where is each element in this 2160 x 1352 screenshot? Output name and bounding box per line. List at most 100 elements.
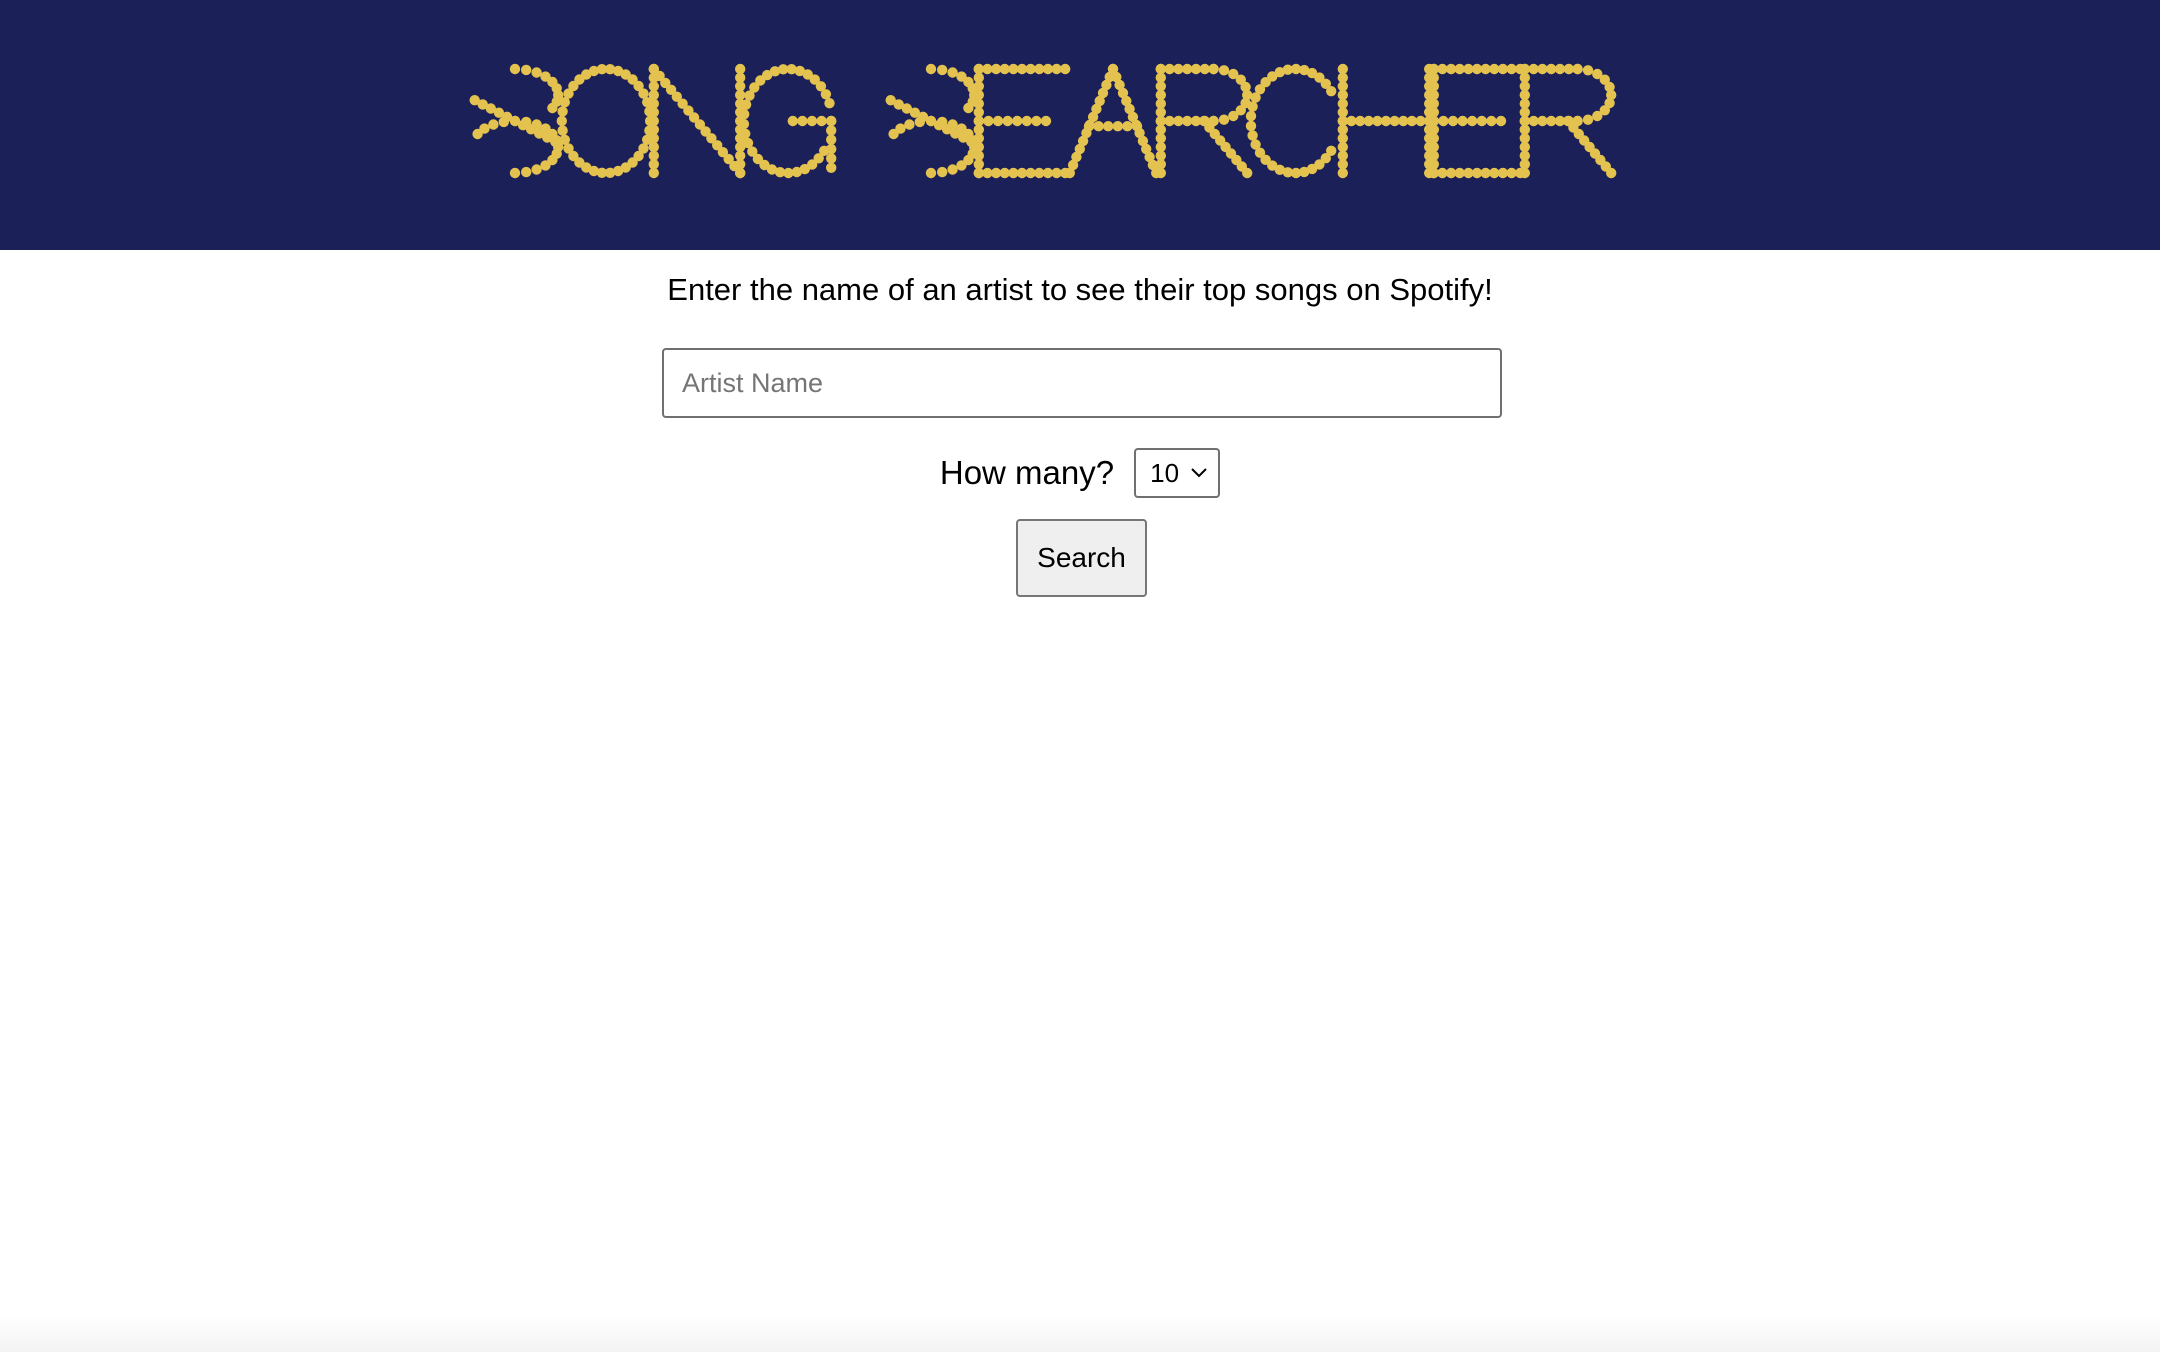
logo-dot [1582, 65, 1594, 76]
logo-dot [826, 134, 837, 145]
logo-dot [739, 109, 750, 120]
logo-dot [1228, 68, 1239, 80]
logo-dot [925, 115, 937, 127]
bottom-edge [0, 1316, 2160, 1352]
logo-dot [1438, 115, 1449, 127]
logo-dot [540, 123, 551, 134]
logo-dot [521, 116, 532, 128]
chevron-down-icon [1191, 468, 1207, 478]
logo-dot [1208, 63, 1219, 75]
logo-dot [914, 116, 925, 128]
logo-dot [521, 64, 532, 76]
logo-dot [531, 164, 542, 175]
logo-dot [1447, 115, 1459, 127]
logo-dot [1112, 121, 1124, 132]
logo-dot [1592, 68, 1603, 80]
logo-dot [1131, 121, 1143, 132]
logo-dot [797, 115, 808, 127]
logo-dot [925, 167, 937, 179]
logo-dot [557, 106, 568, 117]
header-banner [0, 0, 2160, 250]
logo-dot [738, 118, 750, 130]
logo-dot [937, 116, 948, 128]
logo-dot [937, 166, 948, 178]
logo-dot [806, 115, 818, 127]
logo-dot [787, 115, 798, 127]
logo-dot [826, 115, 837, 127]
logo-dot [947, 119, 958, 130]
logo-dot [1326, 145, 1337, 156]
logo-dot [1218, 65, 1230, 76]
logo-dot [1083, 121, 1095, 132]
logo-dot [509, 63, 521, 75]
page: Enter the name of an artist to see their… [0, 0, 2160, 1352]
logo-dot [1103, 121, 1114, 132]
logo-dot [1031, 115, 1042, 127]
logo-dot [826, 153, 837, 164]
logo-dot [1247, 130, 1258, 141]
logo-dot [888, 128, 899, 140]
count-row: How many? 10 [0, 448, 2160, 498]
logo-dot [488, 119, 499, 130]
logo-dot [904, 119, 915, 130]
logo-dot [1476, 115, 1488, 127]
logo-dot [648, 167, 659, 179]
logo-dot [1519, 167, 1531, 179]
logo-dot [556, 115, 567, 127]
logo-dot [824, 98, 835, 109]
logo-dot [992, 115, 1004, 127]
logo-dot [826, 162, 837, 173]
logo-dot [1002, 115, 1013, 127]
logo-dot [498, 116, 509, 128]
song-searcher-logo [469, 63, 1617, 179]
logo-dot [740, 128, 751, 139]
search-button[interactable]: Search [1016, 519, 1147, 597]
logo-dot [1245, 110, 1257, 122]
logo-dot [559, 97, 570, 108]
logo-dot [744, 90, 755, 101]
logo-dot [1495, 115, 1507, 127]
logo-dot [740, 99, 752, 110]
logo-dot [531, 119, 542, 130]
logo-dot [1093, 121, 1104, 132]
count-label: How many? [939, 454, 1115, 491]
intro-text: Enter the name of an artist to see their… [667, 272, 1493, 307]
logo-dot [983, 115, 994, 127]
logo-dot [816, 115, 827, 127]
logo-dot [1582, 114, 1594, 125]
logo-dot [925, 63, 937, 75]
logo-dot [1467, 115, 1478, 127]
logo-dot [947, 164, 958, 175]
logo-dot [1218, 114, 1230, 125]
logo-dot [1060, 63, 1071, 75]
logo-dot [735, 167, 746, 179]
logo-dot [509, 115, 521, 127]
logo-dot [1606, 167, 1617, 179]
logo-dot [947, 67, 958, 78]
logo-dot [1122, 121, 1133, 132]
logo-dot [956, 71, 967, 82]
logo-dot [973, 115, 984, 127]
logo-dot [1337, 167, 1349, 179]
logo-dot [1486, 115, 1497, 127]
logo-dot [1457, 115, 1468, 127]
count-select[interactable]: 10 [1134, 448, 1221, 498]
logo-dot [956, 123, 967, 134]
logo-dot [1245, 120, 1257, 132]
artist-name-input[interactable] [662, 348, 1502, 418]
logo-dot [826, 143, 837, 155]
logo-dot [826, 125, 837, 136]
count-selected-value: 10 [1150, 458, 1180, 488]
logo-dot [1428, 115, 1440, 127]
logo-dot [531, 67, 542, 78]
logo-dot [472, 128, 483, 140]
logo-dot [1247, 101, 1258, 112]
logo-dot [557, 125, 568, 136]
logo-dot [1242, 167, 1253, 179]
logo-dot [1040, 115, 1052, 127]
logo-dot [509, 167, 521, 179]
logo-dot [540, 71, 551, 82]
logo-dot [1012, 115, 1023, 127]
logo-dot [1064, 167, 1076, 179]
logo-dot [937, 64, 948, 76]
